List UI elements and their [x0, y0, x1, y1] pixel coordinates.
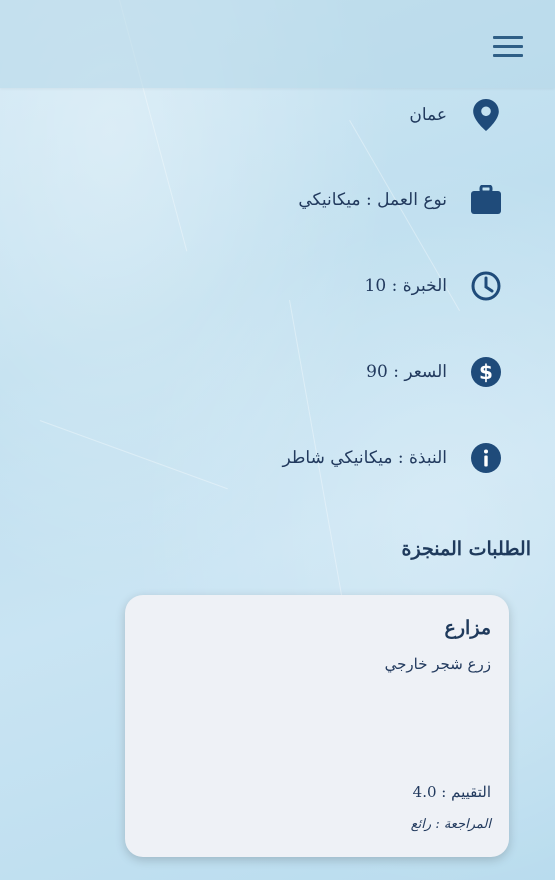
order-card[interactable]: مزارع زرع شجر خارجي التقييم : 4.0 المراج…: [125, 595, 509, 857]
dollar-icon: $: [469, 355, 503, 389]
location-pin-icon: [469, 98, 503, 132]
clock-icon: [469, 269, 503, 303]
order-description: زرع شجر خارجي: [384, 655, 491, 673]
job-type-row: نوع العمل : ميكانيكي: [53, 180, 503, 220]
hamburger-menu-icon[interactable]: [493, 36, 523, 58]
order-rating: التقييم : 4.0: [412, 783, 491, 801]
svg-text:$: $: [479, 360, 493, 384]
price-row: السعر : 90 $: [53, 352, 503, 392]
about-text: النبذة : ميكانيكي شاطر: [282, 448, 448, 468]
order-title: مزارع: [444, 617, 491, 639]
info-icon: [469, 441, 503, 475]
experience-row: الخبرة : 10: [53, 266, 503, 306]
completed-orders-title: الطلبات المنجزة: [401, 538, 531, 560]
about-row: النبذة : ميكانيكي شاطر: [53, 438, 503, 478]
location-text: عمان: [409, 105, 447, 125]
job-type-text: نوع العمل : ميكانيكي: [298, 190, 447, 210]
price-text: السعر : 90: [366, 362, 447, 382]
briefcase-icon: [469, 183, 503, 217]
order-review: المراجعة : رائع: [410, 817, 491, 832]
location-row: عمان: [53, 95, 503, 135]
app-bar: [0, 0, 555, 88]
experience-text: الخبرة : 10: [364, 276, 447, 296]
